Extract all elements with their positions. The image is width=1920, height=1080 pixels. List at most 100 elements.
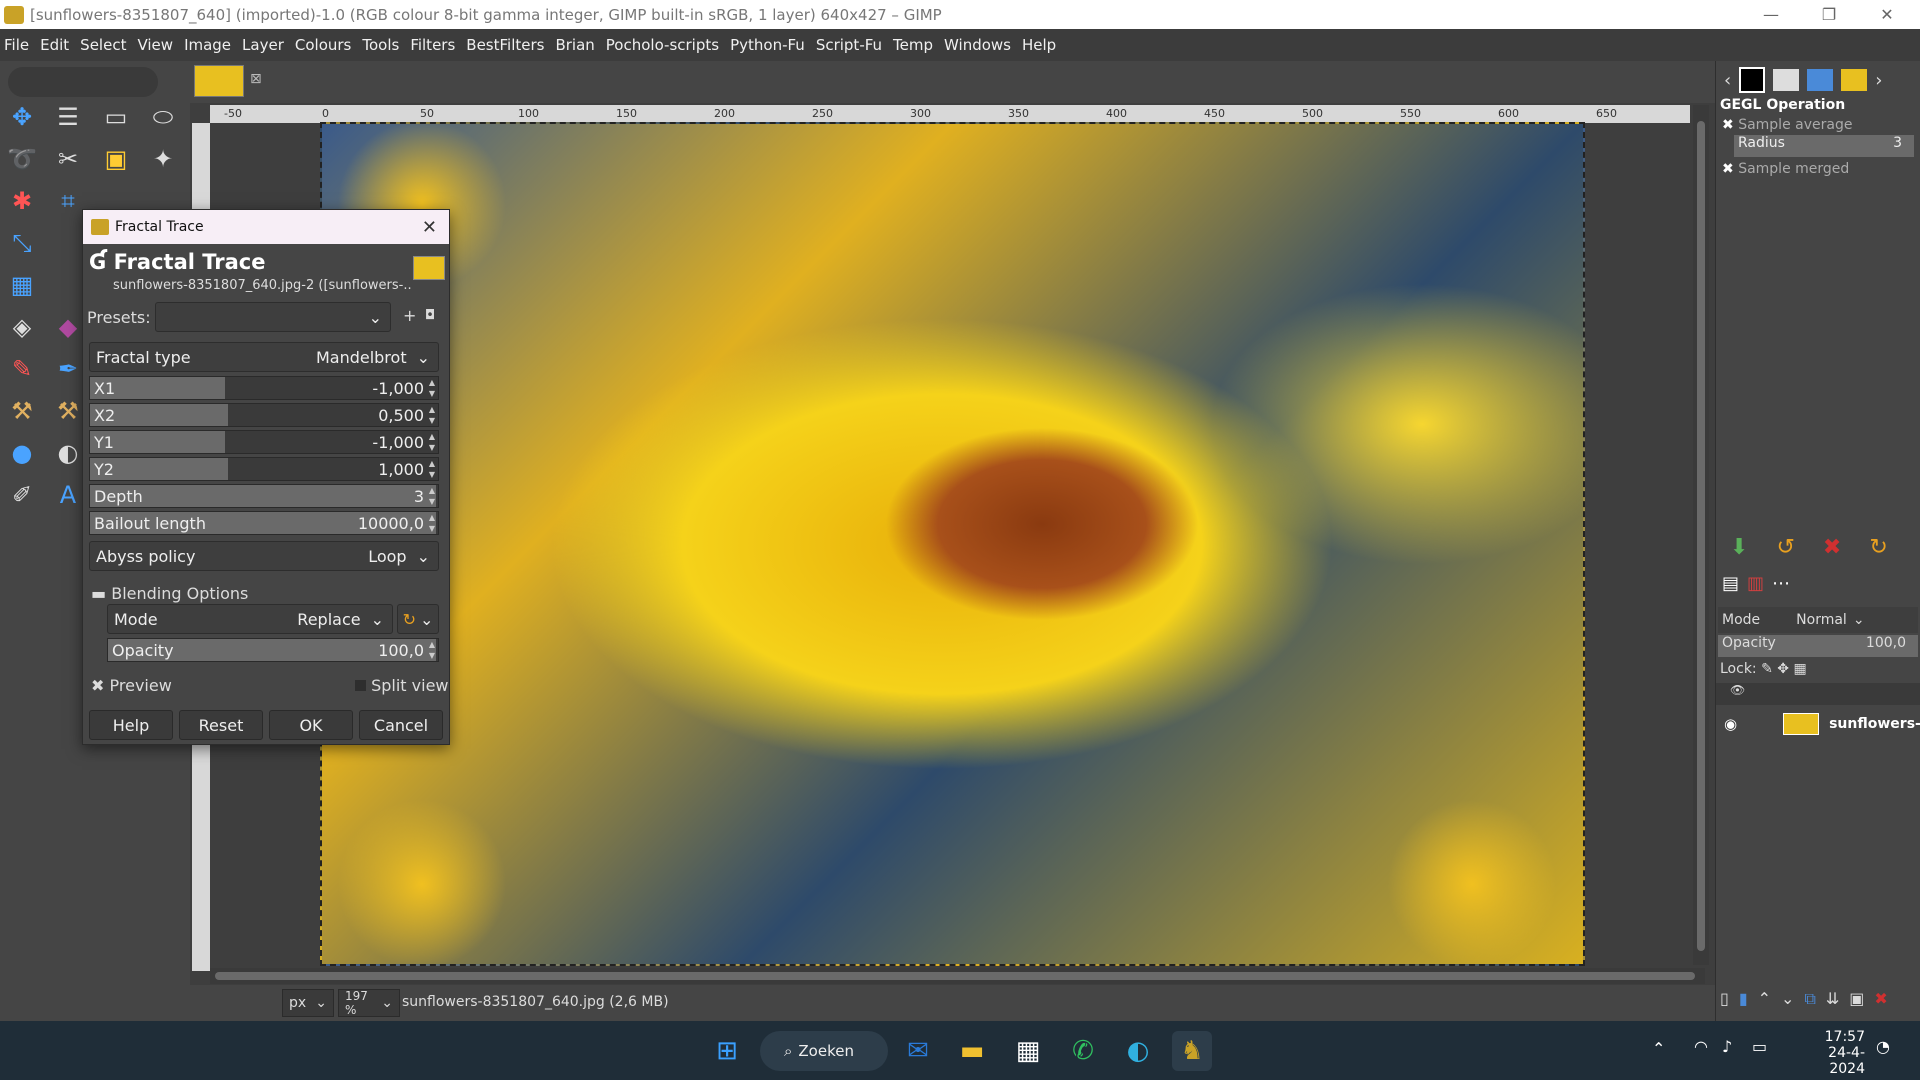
menu-bestfilters[interactable]: BestFilters — [466, 36, 544, 54]
duplicate-layer-icon[interactable]: ⧉ — [1804, 989, 1815, 1015]
menu-temp[interactable]: Temp — [893, 36, 933, 54]
gradient-tool-icon[interactable]: ◆ — [50, 309, 86, 345]
clone-tool-icon[interactable]: ⚒ — [4, 393, 40, 429]
spin-arrows-icon[interactable]: ▲ ▼ — [427, 458, 437, 480]
horizontal-ruler[interactable]: -50 0 50 100 150 200 250 300 350 400 450… — [210, 105, 1690, 123]
spin-arrows-icon[interactable]: ▲ ▼ — [427, 512, 437, 534]
outlook-icon[interactable]: ✉ — [898, 1031, 938, 1071]
layer-opacity-slider[interactable]: Opacity 100,0 — [1718, 635, 1918, 657]
merge-layer-icon[interactable]: ⇊ — [1826, 989, 1839, 1015]
zoom-select[interactable]: 197 % ⌄ — [338, 989, 400, 1017]
edge-icon[interactable]: ◐ — [1118, 1031, 1158, 1071]
blend-opacity-slider[interactable]: Opacity 100,0 ▲ ▼ — [107, 638, 439, 662]
transform-tool-icon[interactable]: ⤡ — [4, 225, 40, 261]
save-preset-icon[interactable]: ⬇ — [1730, 535, 1748, 565]
menu-script-fu[interactable]: Script-Fu — [816, 36, 882, 54]
spin-arrows-icon[interactable]: ▲ ▼ — [427, 431, 437, 453]
lock-position-icon[interactable]: ✥ — [1777, 661, 1789, 677]
menu-filters[interactable]: Filters — [410, 36, 455, 54]
reset-button[interactable]: Reset — [179, 710, 263, 740]
layers-tab-icon[interactable]: ▤ — [1722, 573, 1739, 601]
horizontal-scrollbar[interactable] — [210, 968, 1705, 984]
vertical-scrollbar[interactable] — [1693, 105, 1709, 965]
volume-icon[interactable]: ♪ — [1722, 1037, 1732, 1056]
text-tool-icon[interactable]: A — [50, 477, 86, 513]
x2-slider[interactable]: X2 0,500 ▲ ▼ — [89, 403, 439, 427]
menu-select[interactable]: Select — [80, 36, 126, 54]
split-view-checkbox[interactable]: Split view — [355, 676, 449, 695]
menu-colours[interactable]: Colours — [295, 36, 351, 54]
sample-average-checkbox[interactable]: ✖ Sample average — [1716, 117, 1920, 133]
delete-icon[interactable]: ✖ — [1823, 535, 1841, 565]
unit-select[interactable]: px ⌄ — [282, 989, 334, 1017]
windows-start-icon[interactable]: ⊞ — [707, 1031, 747, 1071]
cancel-button[interactable]: Cancel — [359, 710, 443, 740]
fractal-type-select[interactable]: Fractal type Mandelbrot ⌄ — [89, 342, 439, 372]
layer-mode-select[interactable]: Mode Normal ⌄ — [1718, 607, 1918, 633]
lock-pixels-icon[interactable]: ✎ — [1761, 661, 1773, 677]
preset-menu-icon[interactable]: ◘ — [425, 308, 435, 323]
depth-slider[interactable]: Depth 3 ▲ ▼ — [89, 484, 439, 508]
paintbrush-tool-icon[interactable]: ✎ — [4, 351, 40, 387]
menu-layer[interactable]: Layer — [242, 36, 284, 54]
wilber-drop-zone[interactable] — [8, 67, 158, 97]
raise-layer-icon[interactable]: ⌃ — [1758, 989, 1771, 1015]
image-canvas[interactable] — [320, 122, 1585, 966]
clock[interactable]: 17:57 24-4-2024 — [1795, 1029, 1865, 1077]
new-group-icon[interactable]: ▮ — [1739, 989, 1748, 1015]
chevron-left-icon[interactable]: ‹ — [1724, 70, 1731, 91]
close-window-button[interactable]: ✕ — [1858, 0, 1916, 29]
menu-help[interactable]: Help — [1022, 36, 1056, 54]
paths-tab-icon[interactable]: ⋯ — [1772, 573, 1790, 601]
wifi-icon[interactable]: ◠ — [1694, 1037, 1708, 1056]
gradients-tab-icon[interactable] — [1841, 69, 1868, 91]
eye-icon[interactable]: ◉ — [1724, 715, 1737, 733]
radius-slider[interactable]: Radius 3 — [1734, 135, 1914, 157]
x1-slider[interactable]: X1 -1,000 ▲ ▼ — [89, 376, 439, 400]
lower-layer-icon[interactable]: ⌄ — [1781, 989, 1794, 1015]
delete-layer-icon[interactable]: ✖ — [1874, 989, 1887, 1015]
brushes-tab-icon[interactable] — [1773, 69, 1800, 91]
mask-icon[interactable]: ▣ — [1849, 989, 1864, 1015]
minimize-button[interactable]: — — [1742, 0, 1800, 29]
ellipse-select-tool-icon[interactable]: ⬭ — [145, 99, 181, 135]
bucket-fill-tool-icon[interactable]: ◈ — [4, 309, 40, 345]
battery-icon[interactable]: ▭ — [1752, 1037, 1767, 1056]
sample-merged-checkbox[interactable]: ✖ Sample merged — [1716, 161, 1920, 177]
close-tab-icon[interactable]: ⊠ — [250, 71, 262, 87]
dodge-burn-tool-icon[interactable]: ◐ — [50, 435, 86, 471]
layer-row[interactable]: ◉ sunflowers- — [1716, 707, 1920, 741]
help-button[interactable]: Help — [89, 710, 173, 740]
menu-python-fu[interactable]: Python-Fu — [730, 36, 805, 54]
store-icon[interactable]: ▦ — [1008, 1031, 1048, 1071]
blend-mode-select[interactable]: Mode Replace ⌄ — [107, 604, 393, 634]
menu-windows[interactable]: Windows — [944, 36, 1011, 54]
lock-alpha-icon[interactable]: ▦ — [1793, 661, 1806, 677]
menu-pocholo-scripts[interactable]: Pocholo-scripts — [606, 36, 719, 54]
preview-checkbox[interactable]: ✖ Preview — [91, 676, 172, 695]
abyss-policy-select[interactable]: Abyss policy Loop ⌄ — [89, 541, 439, 571]
chevron-up-icon[interactable]: ⌃ — [1652, 1039, 1665, 1058]
rect-select-tool-icon[interactable]: ▭ — [98, 99, 134, 135]
ok-button[interactable]: OK — [269, 710, 353, 740]
image-tab-thumbnail[interactable] — [194, 65, 244, 97]
horizontal-scroll-thumb[interactable] — [215, 972, 1695, 980]
spin-arrows-icon[interactable]: ▲ ▼ — [427, 377, 437, 399]
y1-slider[interactable]: Y1 -1,000 ▲ ▼ — [89, 430, 439, 454]
color-select-tool-icon[interactable]: ✱ — [4, 183, 40, 219]
bailout-length-slider[interactable]: Bailout length 10000,0 ▲ ▼ — [89, 511, 439, 535]
restore-icon[interactable]: ↺ — [1776, 535, 1794, 565]
foreground-select-tool-icon[interactable]: ▣ — [98, 141, 134, 177]
spin-arrows-icon[interactable]: ▲ ▼ — [427, 639, 437, 661]
warp-tool-icon[interactable]: ▦ — [4, 267, 40, 303]
notification-bell-icon[interactable]: ◔ — [1876, 1037, 1890, 1056]
gimp-taskbar-icon[interactable]: ♞ — [1172, 1031, 1212, 1071]
menu-brian[interactable]: Brian — [555, 36, 594, 54]
smudge-tool-icon[interactable]: ● — [4, 435, 40, 471]
fuzzy-select-tool-icon[interactable]: ✦ — [145, 141, 181, 177]
menu-edit[interactable]: Edit — [40, 36, 69, 54]
reset-icon[interactable]: ↻ — [1869, 535, 1887, 565]
dialog-title-bar[interactable]: Fractal Trace ✕ — [83, 210, 449, 244]
menu-view[interactable]: View — [137, 36, 173, 54]
restore-button[interactable]: ❐ — [1800, 0, 1858, 29]
